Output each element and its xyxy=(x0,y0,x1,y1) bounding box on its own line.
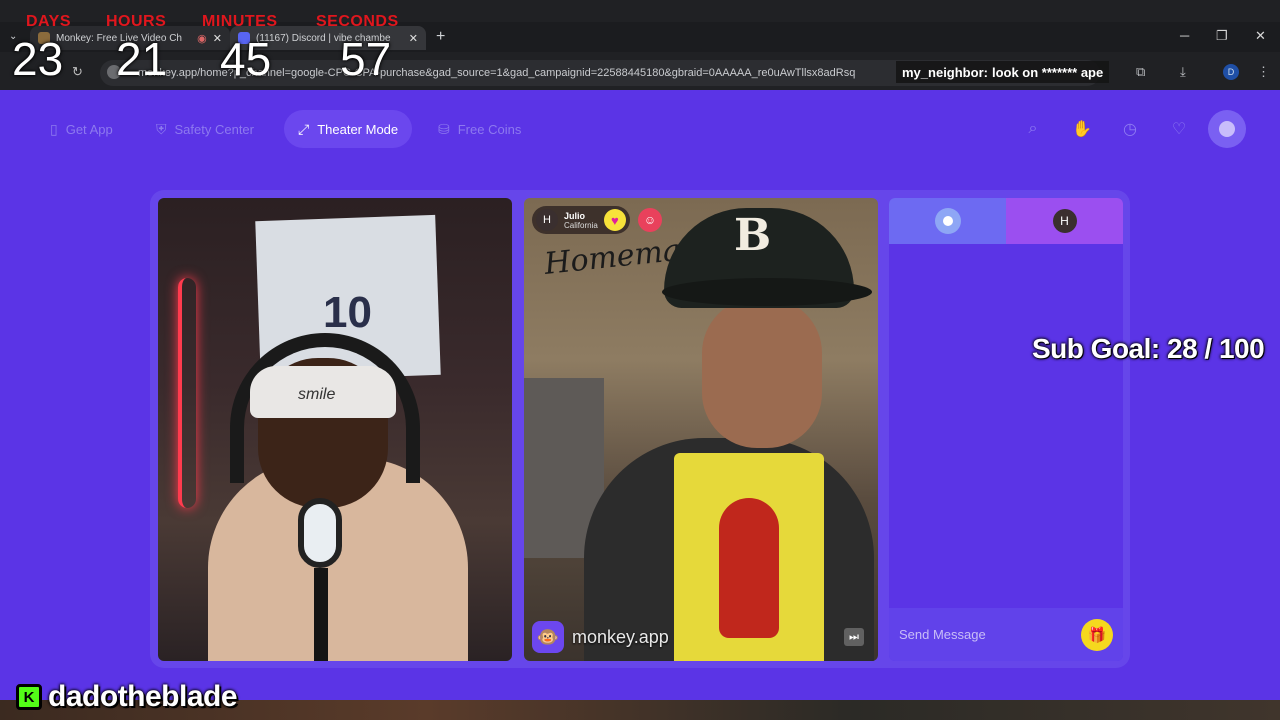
peer-name: Julio xyxy=(564,210,586,221)
safety-center-button[interactable]: ⛨ Safety Center xyxy=(142,110,268,148)
countdown-hours-value: 21 xyxy=(116,33,168,85)
peer-location: California xyxy=(564,220,598,230)
streamer-tag: K dadotheblade xyxy=(16,680,238,714)
peer-video: Homemade B xyxy=(524,198,878,661)
download-icon[interactable]: ⤓ xyxy=(1180,64,1186,80)
theater-mode-label: Theater Mode xyxy=(317,121,399,137)
person-face xyxy=(702,298,822,448)
safety-center-label: Safety Center xyxy=(174,121,255,137)
watermark-text: monkey.app xyxy=(572,626,669,647)
stream-chat-alert: my_neighbor: look on ******* ape xyxy=(896,61,1110,83)
chat-input-bar: 🎁 xyxy=(889,608,1123,661)
sub-goal-overlay: Sub Goal: 28 / 100 xyxy=(1032,333,1265,364)
monkey-watermark: 🐵 monkey.app xyxy=(532,621,669,653)
self-video: 10 smile xyxy=(158,198,512,661)
streamer-name: dadotheblade xyxy=(48,680,238,713)
chat-tab-self[interactable] xyxy=(889,198,1006,244)
recording-icon: ◉ xyxy=(197,32,207,45)
chat-alert-message: look on ******* ape xyxy=(991,64,1104,80)
reaction-badge-icon[interactable]: ☺ xyxy=(638,208,662,232)
close-window-icon[interactable]: ✕ xyxy=(1255,28,1266,44)
phone-icon: ▯ xyxy=(50,120,58,137)
cap-logo: B xyxy=(734,210,772,261)
chat-alert-user: my_neighbor: xyxy=(902,64,988,80)
countdown-minutes-value: 45 xyxy=(220,33,272,85)
hand-icon[interactable]: ✋ xyxy=(1067,114,1097,144)
mic-stand xyxy=(314,568,328,661)
get-app-label: Get App xyxy=(65,121,113,137)
monkey-logo-icon: 🐵 xyxy=(532,621,564,653)
countdown-minutes-label: MINUTES xyxy=(202,13,278,30)
kick-logo-icon: K xyxy=(16,684,42,710)
peer-info-badge[interactable]: H Julio California ♥ xyxy=(532,206,630,234)
chat-panel: H 🎁 xyxy=(889,198,1123,661)
cap-brim xyxy=(662,278,872,306)
reload-icon[interactable]: ↻ xyxy=(72,64,83,80)
jersey-number: 10 xyxy=(323,288,372,337)
theater-mode-button[interactable]: ⤢ Theater Mode xyxy=(284,110,413,148)
free-coins-label: Free Coins xyxy=(457,121,522,137)
heart-icon[interactable]: ♥ xyxy=(603,209,626,231)
chat-heart-icon[interactable]: ♡ xyxy=(1164,114,1194,144)
get-app-button[interactable]: ▯ Get App xyxy=(36,110,127,148)
send-message-input[interactable] xyxy=(899,627,1069,642)
expand-icon: ⤢ xyxy=(298,120,310,137)
countdown-hours-label: HOURS xyxy=(106,13,167,30)
self-avatar-icon xyxy=(934,208,961,234)
close-tab-icon[interactable]: ✕ xyxy=(409,32,418,45)
peer-avatar: H xyxy=(536,209,558,231)
microphone xyxy=(298,498,342,568)
search-icon[interactable]: ⌕ xyxy=(1018,114,1048,144)
gift-icon[interactable]: 🎁 xyxy=(1081,619,1113,651)
devil-print xyxy=(719,498,779,638)
peer-info-text: Julio California xyxy=(564,211,598,230)
countdown-days-label: DAYS xyxy=(26,13,71,30)
countdown-days-value: 23 xyxy=(12,33,64,85)
headband-text: smile xyxy=(298,386,336,403)
free-coins-button[interactable]: ⛁ Free Coins xyxy=(424,110,535,148)
history-icon[interactable]: ◷ xyxy=(1115,114,1145,144)
skip-icon[interactable]: ⏭ xyxy=(844,628,864,646)
new-tab-icon[interactable]: + xyxy=(436,28,445,46)
peer-chat-avatar: H xyxy=(1052,209,1077,233)
countdown-seconds-label: SECONDS xyxy=(316,13,399,30)
restore-icon[interactable]: ❐ xyxy=(1216,28,1228,44)
menu-kebab-icon[interactable]: ⋮ xyxy=(1257,64,1270,80)
minimize-icon[interactable]: ─ xyxy=(1180,28,1189,43)
coins-icon: ⛁ xyxy=(438,120,450,137)
chat-tab-peer[interactable]: H xyxy=(1006,198,1123,244)
shield-icon: ⛨ xyxy=(156,120,167,137)
extensions-icon[interactable]: ⧉ xyxy=(1136,64,1145,80)
user-avatar[interactable] xyxy=(1208,110,1246,148)
neon-light xyxy=(178,278,196,508)
countdown-seconds-value: 57 xyxy=(340,33,392,85)
profile-avatar[interactable]: D xyxy=(1223,64,1239,80)
